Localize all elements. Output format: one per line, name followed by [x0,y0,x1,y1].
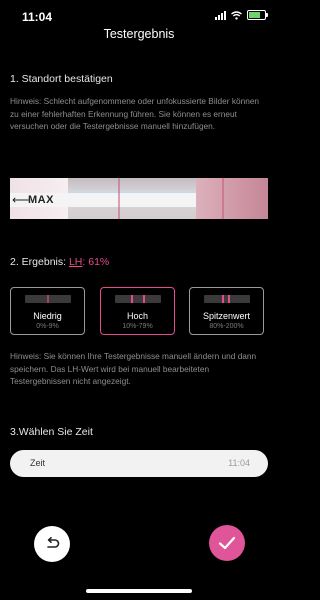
option-hoch[interactable]: Hoch 10%-79% [100,287,175,335]
time-field-label: Zeit [30,458,46,468]
section-title-time: 3.Wählen Sie Zeit [10,426,93,438]
option-niedrig[interactable]: Niedrig 0%-9% [10,287,85,335]
strip-icon [203,295,250,303]
undo-icon [47,537,60,548]
option-spitzenwert[interactable]: Spitzenwert 80%-200% [189,287,264,335]
status-time: 11:04 [22,10,53,24]
section-title-location: 1. Standort bestätigen [10,73,113,85]
arrow-icon: ⟵ [12,193,30,207]
undo-button[interactable] [34,526,70,562]
status-icons [215,10,268,20]
cellular-signal-icon [215,10,226,20]
result-value: 61% [88,256,110,268]
hint-location: Hinweis: Schlecht aufgenommene oder unfo… [10,96,260,131]
option-range: 10%-79% [122,323,153,330]
option-range: 0%-9% [36,323,59,330]
result-colon: : [82,256,86,268]
wifi-icon [231,10,242,20]
result-line: 2. Ergebnis: LH: 61% [10,256,109,268]
strip-icon [24,295,71,303]
strip-max-text: MAX [28,194,54,206]
hint-result: Hinweis: Sie können Ihre Testergebnisse … [10,351,257,386]
page-title: Testergebnis [103,27,175,41]
hormone-link[interactable]: LH [69,256,82,268]
battery-icon [247,10,268,20]
option-label: Spitzenwert [202,311,251,321]
option-label: Hoch [126,311,148,321]
option-range: 80%-200% [209,323,244,330]
result-prefix: 2. Ergebnis: [10,256,69,268]
checkmark-icon [218,536,236,550]
strip-icon [114,295,161,303]
home-indicator [86,589,192,593]
test-strip-image: ⟵ MAX [10,178,268,219]
time-field[interactable]: Zeit 11:04 [10,450,268,477]
time-field-value: 11:04 [228,458,250,468]
confirm-button[interactable] [209,525,245,561]
option-label: Niedrig [33,311,62,321]
